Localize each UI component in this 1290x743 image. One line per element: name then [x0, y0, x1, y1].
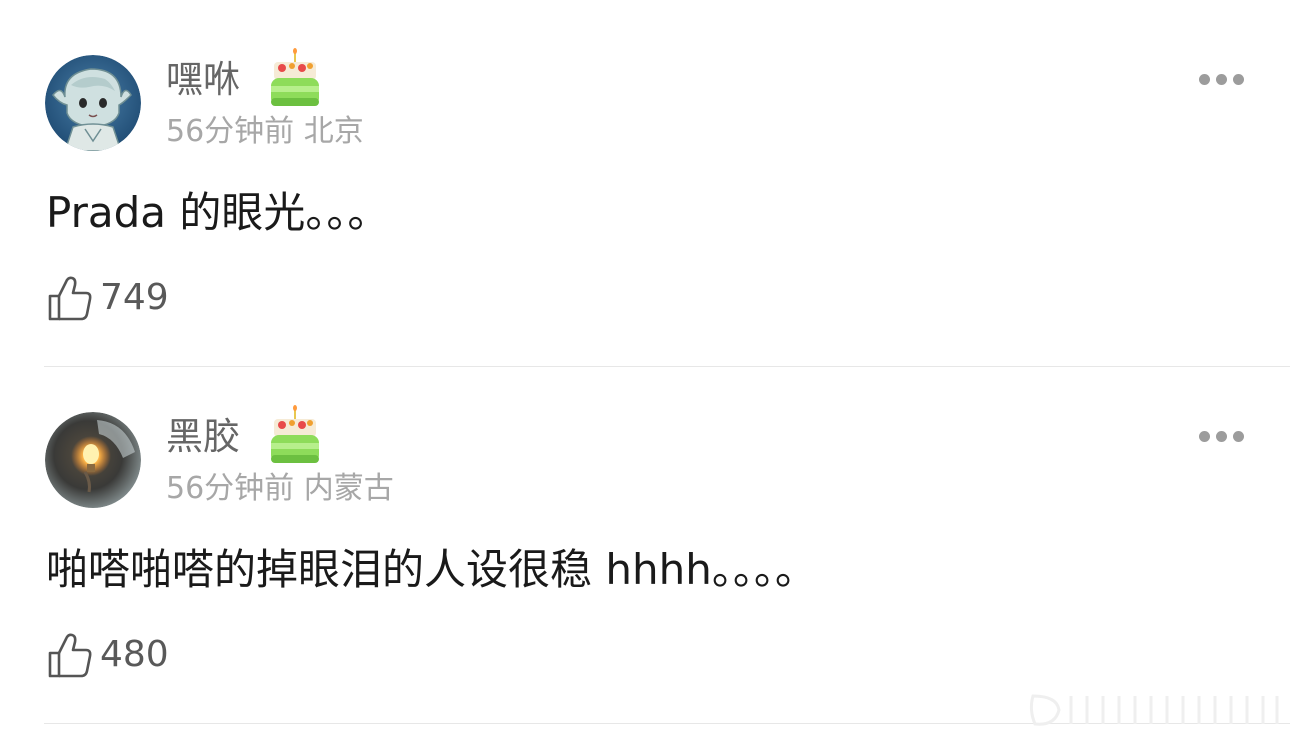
thumbs-up-icon [48, 633, 92, 678]
more-options-button[interactable] [1198, 71, 1246, 87]
comment-item: 黑胶 56分钟前 内蒙古 啪嗒啪嗒的掉眼泪的人设很稳 hhhh。。。。 480 [0, 367, 1290, 724]
comment-meta: 56分钟前 北京 [166, 114, 364, 150]
more-dots-icon [1199, 74, 1210, 85]
comment-text: 啪嗒啪嗒的掉眼泪的人设很稳 hhhh。。。。 [46, 545, 817, 594]
watermark-graphic [1029, 694, 1279, 726]
username[interactable]: 嘿咻 [166, 58, 240, 102]
user-avatar[interactable] [45, 55, 141, 151]
anime-avatar-icon [45, 55, 141, 151]
like-count: 480 [100, 634, 169, 675]
thumbs-up-icon [48, 276, 92, 321]
more-options-button[interactable] [1198, 428, 1246, 444]
like-count: 749 [100, 277, 169, 318]
birthday-cake-icon [271, 48, 319, 106]
like-button[interactable]: 749 [46, 274, 186, 322]
comment-item: 嘿咻 56分钟前 北京 Prada 的眼光。。。 749 [0, 0, 1290, 367]
comment-text: Prada 的眼光。。。 [46, 188, 390, 237]
username[interactable]: 黑胶 [166, 415, 240, 459]
comment-time: 56分钟前 [166, 471, 295, 506]
like-button[interactable]: 480 [46, 631, 186, 679]
comment-location: 内蒙古 [303, 471, 394, 506]
comment-meta: 56分钟前 内蒙古 [166, 471, 394, 507]
more-dots-icon [1233, 431, 1244, 442]
more-dots-icon [1199, 431, 1210, 442]
lightbulb-avatar-icon [45, 412, 141, 508]
birthday-cake-icon [271, 405, 319, 463]
user-avatar[interactable] [45, 412, 141, 508]
more-dots-icon [1233, 74, 1244, 85]
comment-time: 56分钟前 [166, 114, 295, 149]
comment-location: 北京 [303, 114, 364, 149]
more-dots-icon [1216, 431, 1227, 442]
more-dots-icon [1216, 74, 1227, 85]
